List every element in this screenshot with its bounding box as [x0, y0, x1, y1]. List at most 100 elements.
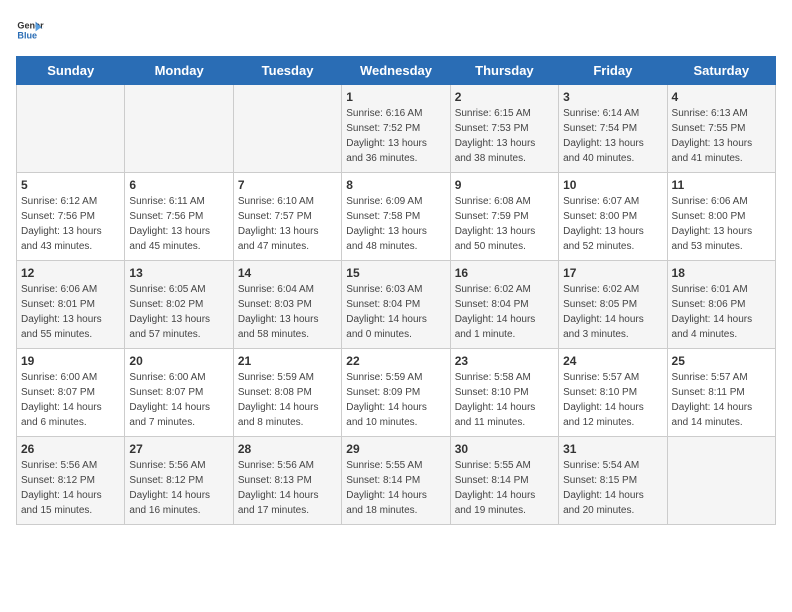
- day-info: Sunrise: 5:57 AM Sunset: 8:11 PM Dayligh…: [672, 370, 771, 430]
- day-number: 21: [238, 354, 337, 368]
- day-info: Sunrise: 5:59 AM Sunset: 8:08 PM Dayligh…: [238, 370, 337, 430]
- day-number: 31: [563, 442, 662, 456]
- day-number: 13: [129, 266, 228, 280]
- calendar-cell: 28Sunrise: 5:56 AM Sunset: 8:13 PM Dayli…: [233, 437, 341, 525]
- day-info: Sunrise: 6:14 AM Sunset: 7:54 PM Dayligh…: [563, 106, 662, 166]
- calendar-cell: 19 Sunrise: 6:00 AM Sunset: 8:07 PM Dayli…: [17, 349, 125, 437]
- calendar-cell: 13 Sunrise: 6:05 AM Sunset: 8:02 PM Dayli…: [125, 261, 233, 349]
- day-info: Sunrise: 5:55 AM Sunset: 8:14 PM Dayligh…: [455, 458, 554, 518]
- day-info: Sunrise: 6:00 AM Sunset: 8:07 PM Dayligh…: [21, 370, 120, 430]
- logo: General Blue: [16, 16, 48, 44]
- svg-text:Blue: Blue: [17, 30, 37, 40]
- day-number: 28: [238, 442, 337, 456]
- day-number: 6: [129, 178, 228, 192]
- calendar-cell: 22 Sunrise: 5:59 AM Sunset: 8:09 PM Dayli…: [342, 349, 450, 437]
- day-info: Sunrise: 6:06 AM Sunset: 8:00 PM Dayligh…: [672, 194, 771, 254]
- day-number: 5: [21, 178, 120, 192]
- calendar-cell: [17, 85, 125, 173]
- week-row-4: 19 Sunrise: 6:00 AM Sunset: 8:07 PM Dayli…: [17, 349, 776, 437]
- day-info: Sunrise: 6:04 AM Sunset: 8:03 PM Dayligh…: [238, 282, 337, 342]
- week-row-3: 12Sunrise: 6:06 AM Sunset: 8:01 PM Dayli…: [17, 261, 776, 349]
- calendar-cell: 18 Sunrise: 6:01 AM Sunset: 8:06 PM Dayli…: [667, 261, 775, 349]
- day-info: Sunrise: 6:13 AM Sunset: 7:55 PM Dayligh…: [672, 106, 771, 166]
- day-info: Sunrise: 6:16 AM Sunset: 7:52 PM Dayligh…: [346, 106, 445, 166]
- day-info: Sunrise: 5:56 AM Sunset: 8:12 PM Dayligh…: [21, 458, 120, 518]
- calendar-cell: 6 Sunrise: 6:11 AM Sunset: 7:56 PM Daylig…: [125, 173, 233, 261]
- calendar-cell: 26 Sunrise: 5:56 AM Sunset: 8:12 PM Dayli…: [17, 437, 125, 525]
- day-number: 2: [455, 90, 554, 104]
- day-number: 27: [129, 442, 228, 456]
- day-number: 17: [563, 266, 662, 280]
- day-info: Sunrise: 6:07 AM Sunset: 8:00 PM Dayligh…: [563, 194, 662, 254]
- calendar-cell: [667, 437, 775, 525]
- calendar-cell: 5 Sunrise: 6:12 AM Sunset: 7:56 PM Daylig…: [17, 173, 125, 261]
- week-row-2: 5 Sunrise: 6:12 AM Sunset: 7:56 PM Daylig…: [17, 173, 776, 261]
- calendar-cell: 11 Sunrise: 6:06 AM Sunset: 8:00 PM Dayli…: [667, 173, 775, 261]
- svg-text:General: General: [17, 21, 44, 31]
- day-info: Sunrise: 5:58 AM Sunset: 8:10 PM Dayligh…: [455, 370, 554, 430]
- day-header-monday: Monday: [125, 57, 233, 85]
- day-info: Sunrise: 6:05 AM Sunset: 8:02 PM Dayligh…: [129, 282, 228, 342]
- day-info: Sunrise: 6:10 AM Sunset: 7:57 PM Dayligh…: [238, 194, 337, 254]
- week-row-1: 1 Sunrise: 6:16 AM Sunset: 7:52 PM Daylig…: [17, 85, 776, 173]
- calendar-cell: 3 Sunrise: 6:14 AM Sunset: 7:54 PM Daylig…: [559, 85, 667, 173]
- calendar-cell: 31 Sunrise: 5:54 AM Sunset: 8:15 PM Dayli…: [559, 437, 667, 525]
- calendar-cell: 23 Sunrise: 5:58 AM Sunset: 8:10 PM Dayli…: [450, 349, 558, 437]
- day-number: 30: [455, 442, 554, 456]
- day-info: Sunrise: 5:56 AM Sunset: 8:12 PM Dayligh…: [129, 458, 228, 518]
- calendar-cell: 30 Sunrise: 5:55 AM Sunset: 8:14 PM Dayli…: [450, 437, 558, 525]
- day-number: 15: [346, 266, 445, 280]
- day-info: Sunrise: 6:15 AM Sunset: 7:53 PM Dayligh…: [455, 106, 554, 166]
- day-header-saturday: Saturday: [667, 57, 775, 85]
- calendar-cell: 12Sunrise: 6:06 AM Sunset: 8:01 PM Dayli…: [17, 261, 125, 349]
- day-number: 19: [21, 354, 120, 368]
- calendar-cell: 9Sunrise: 6:08 AM Sunset: 7:59 PM Daylig…: [450, 173, 558, 261]
- day-number: 24: [563, 354, 662, 368]
- week-row-5: 26 Sunrise: 5:56 AM Sunset: 8:12 PM Dayli…: [17, 437, 776, 525]
- calendar-cell: 14Sunrise: 6:04 AM Sunset: 8:03 PM Dayli…: [233, 261, 341, 349]
- calendar-cell: 17Sunrise: 6:02 AM Sunset: 8:05 PM Dayli…: [559, 261, 667, 349]
- day-info: Sunrise: 6:12 AM Sunset: 7:56 PM Dayligh…: [21, 194, 120, 254]
- calendar-cell: [233, 85, 341, 173]
- day-number: 18: [672, 266, 771, 280]
- calendar-cell: 15Sunrise: 6:03 AM Sunset: 8:04 PM Dayli…: [342, 261, 450, 349]
- calendar-cell: 24 Sunrise: 5:57 AM Sunset: 8:10 PM Dayli…: [559, 349, 667, 437]
- day-info: Sunrise: 6:02 AM Sunset: 8:04 PM Dayligh…: [455, 282, 554, 342]
- calendar-cell: 21 Sunrise: 5:59 AM Sunset: 8:08 PM Dayli…: [233, 349, 341, 437]
- day-number: 23: [455, 354, 554, 368]
- calendar-cell: 25 Sunrise: 5:57 AM Sunset: 8:11 PM Dayli…: [667, 349, 775, 437]
- day-number: 3: [563, 90, 662, 104]
- day-header-wednesday: Wednesday: [342, 57, 450, 85]
- logo-icon: General Blue: [16, 16, 44, 44]
- day-number: 11: [672, 178, 771, 192]
- calendar-cell: 10Sunrise: 6:07 AM Sunset: 8:00 PM Dayli…: [559, 173, 667, 261]
- day-info: Sunrise: 5:59 AM Sunset: 8:09 PM Dayligh…: [346, 370, 445, 430]
- calendar-table: SundayMondayTuesdayWednesdayThursdayFrid…: [16, 56, 776, 525]
- day-info: Sunrise: 6:01 AM Sunset: 8:06 PM Dayligh…: [672, 282, 771, 342]
- day-header-friday: Friday: [559, 57, 667, 85]
- day-info: Sunrise: 5:57 AM Sunset: 8:10 PM Dayligh…: [563, 370, 662, 430]
- day-info: Sunrise: 5:54 AM Sunset: 8:15 PM Dayligh…: [563, 458, 662, 518]
- calendar-cell: 27 Sunrise: 5:56 AM Sunset: 8:12 PM Dayli…: [125, 437, 233, 525]
- day-number: 29: [346, 442, 445, 456]
- day-number: 16: [455, 266, 554, 280]
- calendar-cell: 29 Sunrise: 5:55 AM Sunset: 8:14 PM Dayli…: [342, 437, 450, 525]
- day-number: 7: [238, 178, 337, 192]
- day-info: Sunrise: 6:11 AM Sunset: 7:56 PM Dayligh…: [129, 194, 228, 254]
- calendar-cell: 20 Sunrise: 6:00 AM Sunset: 8:07 PM Dayli…: [125, 349, 233, 437]
- calendar-cell: 4Sunrise: 6:13 AM Sunset: 7:55 PM Daylig…: [667, 85, 775, 173]
- day-info: Sunrise: 5:55 AM Sunset: 8:14 PM Dayligh…: [346, 458, 445, 518]
- calendar-cell: 2 Sunrise: 6:15 AM Sunset: 7:53 PM Daylig…: [450, 85, 558, 173]
- day-number: 25: [672, 354, 771, 368]
- day-number: 22: [346, 354, 445, 368]
- calendar-cell: 7 Sunrise: 6:10 AM Sunset: 7:57 PM Daylig…: [233, 173, 341, 261]
- day-info: Sunrise: 6:00 AM Sunset: 8:07 PM Dayligh…: [129, 370, 228, 430]
- day-number: 20: [129, 354, 228, 368]
- day-info: Sunrise: 6:08 AM Sunset: 7:59 PM Dayligh…: [455, 194, 554, 254]
- day-number: 12: [21, 266, 120, 280]
- calendar-cell: 16 Sunrise: 6:02 AM Sunset: 8:04 PM Dayli…: [450, 261, 558, 349]
- header: General Blue: [16, 16, 776, 44]
- day-number: 26: [21, 442, 120, 456]
- day-info: Sunrise: 6:09 AM Sunset: 7:58 PM Dayligh…: [346, 194, 445, 254]
- day-number: 1: [346, 90, 445, 104]
